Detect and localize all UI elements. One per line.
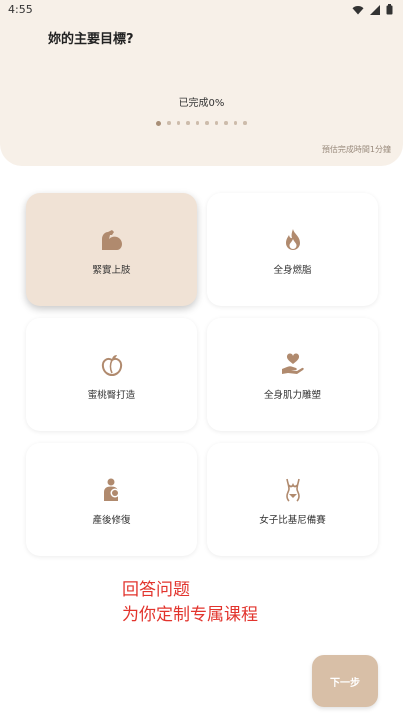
goal-label: 蜜桃臀打造 <box>87 390 136 401</box>
goal-label: 全身肌力雕塑 <box>263 390 321 401</box>
step-dot <box>214 121 219 125</box>
step-dot <box>224 121 228 125</box>
step-indicator <box>0 120 403 126</box>
flexed-arm-icon <box>26 227 197 253</box>
goal-card-postpartum[interactable]: 產後修復 <box>26 443 197 556</box>
step-dot <box>243 121 247 125</box>
mother-baby-icon <box>26 477 197 503</box>
progress-text: 已完成0% <box>178 98 225 109</box>
goal-label: 女子比基尼備賽 <box>259 515 326 526</box>
promo-text-line-2: 为你定制专属课程 <box>122 605 258 625</box>
goal-card-peach-glutes[interactable]: 蜜桃臀打造 <box>26 318 197 431</box>
step-dot <box>205 121 209 125</box>
goal-card-strength-sculpt[interactable]: 全身肌力雕塑 <box>207 318 378 431</box>
wifi-icon <box>352 5 364 15</box>
step-dot <box>176 121 181 125</box>
bikini-body-icon <box>207 477 378 503</box>
status-bar: 4:55 <box>0 0 403 22</box>
step-dot-active <box>156 120 162 126</box>
header: 4:55 妳的主要目標? 已完成0% 預估完成時間1分鐘 <box>0 0 403 166</box>
status-time: 4:55 <box>8 3 33 16</box>
step-dot <box>233 121 238 125</box>
step-dot <box>195 121 200 125</box>
battery-icon <box>386 4 393 15</box>
goal-card-upper-body[interactable]: 緊實上肢 <box>26 193 197 306</box>
next-button[interactable]: 下一步 <box>312 655 378 707</box>
estimate-time-text: 預估完成時間1分鐘 <box>321 145 391 154</box>
status-icons <box>352 4 393 15</box>
goal-card-fat-burn[interactable]: 全身燃脂 <box>207 193 378 306</box>
goal-card-bikini-prep[interactable]: 女子比基尼備賽 <box>207 443 378 556</box>
promo-text-line-1: 回答问题 <box>122 580 190 600</box>
step-dot <box>167 121 171 125</box>
flame-icon <box>207 227 378 253</box>
goal-label: 全身燃脂 <box>273 265 312 276</box>
goal-label: 緊實上肢 <box>92 265 131 276</box>
signal-icon <box>370 4 380 15</box>
goal-label: 產後修復 <box>92 515 131 526</box>
peach-icon <box>26 352 197 378</box>
heart-hand-icon <box>207 352 378 378</box>
page-title: 妳的主要目標? <box>48 32 134 47</box>
step-dot <box>186 121 190 125</box>
